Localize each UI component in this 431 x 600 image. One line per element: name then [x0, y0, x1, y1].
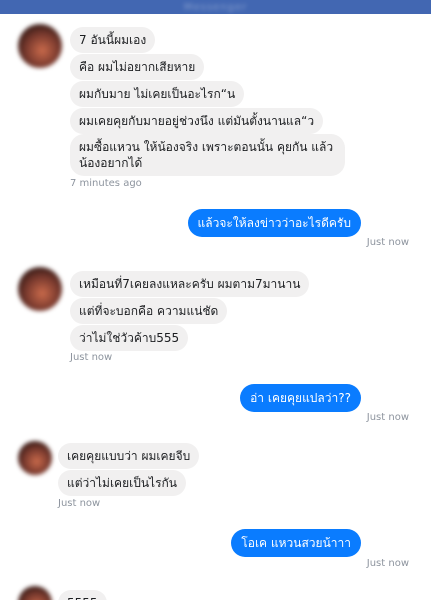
- incoming-message[interactable]: คือ ผมไม่อยากเสียหาย: [70, 54, 205, 80]
- message-timestamp: 7 minutes ago: [70, 178, 142, 189]
- message-timestamp: Just now: [58, 498, 101, 509]
- message-timestamp: Just now: [366, 558, 409, 569]
- incoming-message[interactable]: ผมเคยคุยกับมายอยู่ช่วงนึง แต่มันตั้งนานแ…: [70, 108, 324, 134]
- incoming-message[interactable]: เคยคุยแบบว่า ผมเคยจีบ: [58, 443, 200, 469]
- incoming-message[interactable]: แต่ที่จะบอกคือ ความแน่ชัด: [70, 298, 228, 324]
- message-timestamp: Just now: [70, 352, 113, 363]
- incoming-message[interactable]: แต่ว่าไม่เคยเป็นไรกัน: [58, 470, 186, 496]
- incoming-message[interactable]: ผมกับมาย ไม่เคยเป็นอะไรก“น: [70, 81, 245, 107]
- contact-avatar[interactable]: [18, 586, 52, 600]
- message-timestamp: Just now: [366, 237, 409, 248]
- chat-title: Messenger: [183, 1, 248, 13]
- contact-avatar[interactable]: [18, 441, 52, 475]
- incoming-message[interactable]: ผมซื้อแหวน ให้น้องจริง เพราะตอนนั้น คุยก…: [70, 134, 345, 176]
- message-thread[interactable]: 7 อันนี้ผมเอง คือ ผมไม่อยากเสียหาย ผมกับ…: [0, 14, 431, 600]
- incoming-message[interactable]: 5555: [58, 590, 107, 600]
- contact-avatar[interactable]: [18, 267, 62, 311]
- message-timestamp: Just now: [366, 412, 409, 423]
- incoming-message[interactable]: ว่าไม่ใช่วัวค้าบ555: [70, 325, 189, 351]
- outgoing-message[interactable]: โอเค แหวนสวยน้าาา: [231, 529, 361, 557]
- messenger-header: Messenger: [0, 0, 431, 14]
- outgoing-message[interactable]: อ่า เคยคุยแปลว่า??: [240, 384, 361, 412]
- incoming-message[interactable]: 7 อันนี้ผมเอง: [70, 27, 156, 53]
- contact-avatar[interactable]: [18, 24, 62, 68]
- incoming-message[interactable]: เหมือนที่7เคยลงแหละครับ ผมตาม7มานาน: [70, 271, 310, 297]
- outgoing-message[interactable]: แล้วจะให้ลงข่าวว่าอะไรดีครับ: [187, 209, 361, 237]
